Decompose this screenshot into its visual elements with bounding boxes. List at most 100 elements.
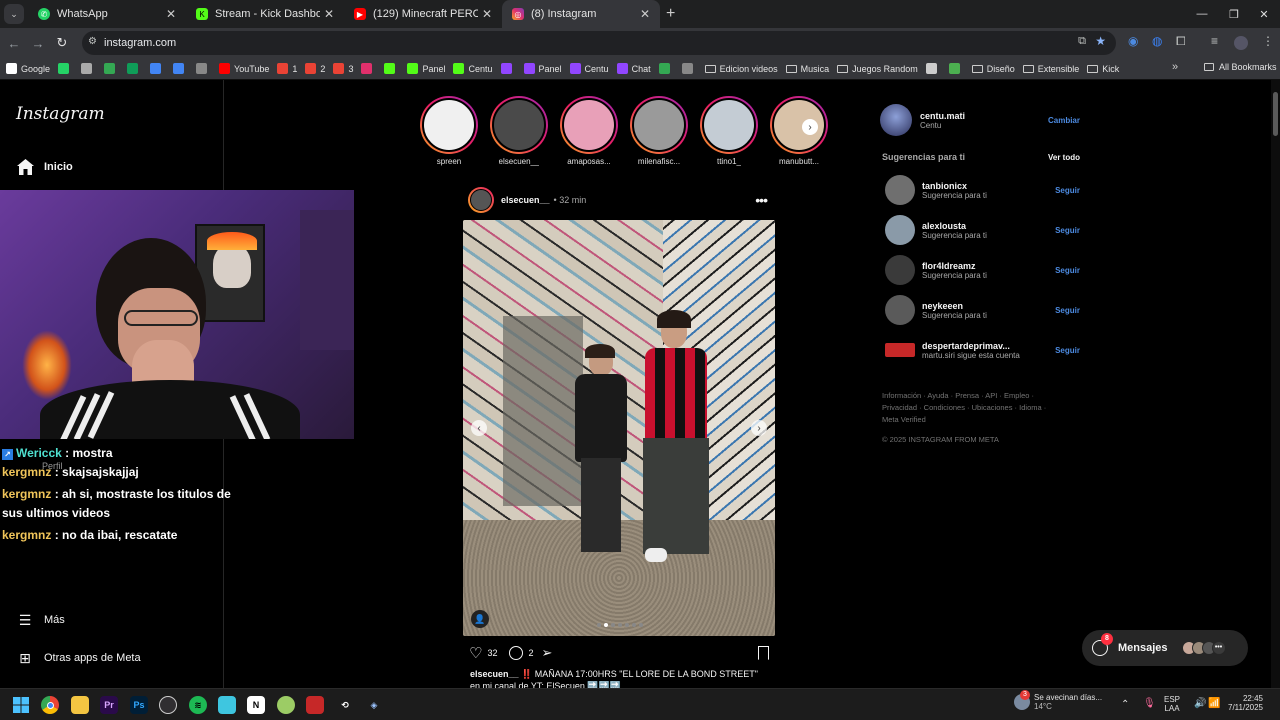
save-icon[interactable]: [758, 646, 769, 660]
suggestion-avatar[interactable]: [885, 215, 915, 245]
tab-kick-dashboard[interactable]: K Stream - Kick Dashboard ✕: [186, 0, 344, 28]
clock[interactable]: 22:45 7/11/2025: [1228, 694, 1263, 712]
bookmarks-overflow-icon[interactable]: »: [1172, 61, 1178, 73]
story-item[interactable]: spreen: [414, 96, 484, 166]
bookmark-item[interactable]: [196, 63, 211, 74]
bookmark-item[interactable]: [361, 63, 376, 74]
switch-account-link[interactable]: Cambiar: [1048, 116, 1080, 125]
suggestion-username[interactable]: despertardeprimav...: [922, 341, 1020, 351]
suggestion-avatar[interactable]: [885, 295, 915, 325]
extension-1-icon[interactable]: ◉: [1128, 34, 1138, 48]
bookmark-item[interactable]: [104, 63, 119, 74]
reading-list-icon[interactable]: ≡: [1211, 34, 1218, 48]
caption-username[interactable]: elsecuen__: [470, 669, 519, 679]
post-avatar[interactable]: [468, 187, 494, 213]
tab-instagram[interactable]: ◎ (8) Instagram ✕: [502, 0, 660, 28]
instagram-logo[interactable]: Instagram: [16, 104, 105, 124]
nav-profile-label[interactable]: Perfil: [42, 457, 63, 476]
suggestion-username[interactable]: neykeeen: [922, 301, 987, 311]
language-indicator[interactable]: ESP LAA: [1164, 695, 1180, 713]
follow-button[interactable]: Seguir: [1055, 266, 1080, 275]
footer-links[interactable]: Información · Ayuda · Prensa · API · Emp…: [880, 390, 1052, 426]
messages-button[interactable]: 8 Mensajes •••: [1082, 630, 1248, 666]
bookmark-item[interactable]: [658, 63, 674, 74]
tagged-users-icon[interactable]: 👤: [471, 610, 489, 628]
restore-button[interactable]: ❐: [1218, 0, 1250, 28]
android-icon[interactable]: [277, 696, 295, 714]
suggestion-avatar[interactable]: [885, 175, 915, 205]
photoshop-icon[interactable]: Ps: [130, 696, 148, 714]
premiere-icon[interactable]: Pr: [100, 696, 118, 714]
bookmark-item[interactable]: 3: [333, 63, 353, 74]
close-window-button[interactable]: ✕: [1248, 0, 1280, 28]
account-username[interactable]: centu.mati: [920, 111, 965, 121]
bookmark-item[interactable]: [150, 63, 165, 74]
story-item[interactable]: amaposas...: [554, 96, 624, 166]
nav-home[interactable]: Inicio: [16, 158, 73, 176]
story-item[interactable]: elsecuen__: [484, 96, 554, 166]
video-app-icon[interactable]: [306, 696, 324, 714]
volume-icon[interactable]: 🔊: [1194, 698, 1206, 709]
bookmark-item[interactable]: [948, 63, 964, 74]
back-button[interactable]: ←: [2, 36, 26, 51]
bookmark-item[interactable]: [173, 63, 188, 74]
bookmark-item[interactable]: [81, 63, 96, 74]
bookmark-star-icon[interactable]: ★: [1095, 34, 1106, 48]
bookmark-item[interactable]: [127, 63, 142, 74]
install-app-icon[interactable]: ⧉: [1078, 35, 1086, 48]
weather-widget[interactable]: 3 Se avecinan días... 14°C: [1014, 690, 1102, 711]
tab-whatsapp[interactable]: ✆ WhatsApp ✕: [28, 0, 186, 28]
spotify-icon[interactable]: ≋: [189, 696, 207, 714]
stories-next-button[interactable]: ›: [802, 119, 818, 135]
story-item[interactable]: milenafisc...: [624, 96, 694, 166]
carousel-next-button[interactable]: ›: [751, 420, 767, 436]
profile-avatar[interactable]: [1234, 36, 1248, 50]
bookmark-item[interactable]: Extensible: [1022, 64, 1079, 74]
post-username[interactable]: elsecuen__: [501, 195, 550, 205]
story-item[interactable]: manubutt...: [764, 96, 834, 166]
bookmark-item[interactable]: Centu: [569, 63, 609, 74]
nav-more[interactable]: ☰ Más: [16, 611, 65, 629]
follow-button[interactable]: Seguir: [1055, 346, 1080, 355]
reload-button[interactable]: ↻: [50, 35, 74, 51]
bookmark-item[interactable]: 2: [305, 63, 325, 74]
network-icon[interactable]: 📶: [1208, 698, 1220, 709]
follow-button[interactable]: Seguir: [1055, 186, 1080, 195]
bookmark-item[interactable]: Edicion videos: [704, 64, 778, 74]
bookmark-item[interactable]: Kick: [1087, 64, 1119, 74]
follow-button[interactable]: Seguir: [1055, 226, 1080, 235]
bookmark-item[interactable]: [58, 63, 73, 74]
bookmark-item[interactable]: [681, 63, 697, 74]
bookmark-item[interactable]: Panel: [523, 63, 562, 74]
suggestion-username[interactable]: alexlousta: [922, 221, 987, 231]
bookmark-item[interactable]: Musica: [785, 64, 829, 74]
tab-search-button[interactable]: ⌄: [4, 4, 24, 24]
suggestion-username[interactable]: tanbionicx: [922, 181, 987, 191]
bookmark-item[interactable]: [384, 63, 399, 74]
story-item[interactable]: ttino1_: [694, 96, 764, 166]
suggestion-username[interactable]: flor4ldreamz: [922, 261, 987, 271]
file-explorer-icon[interactable]: [71, 696, 89, 714]
site-info-icon[interactable]: ⚙: [88, 36, 97, 47]
chrome-taskbar-icon[interactable]: [41, 696, 59, 714]
follow-button[interactable]: Seguir: [1055, 306, 1080, 315]
address-bar[interactable]: ⚙ instagram.com ⧉ ★: [82, 31, 1116, 55]
close-tab-icon[interactable]: ✕: [324, 7, 334, 21]
suggestion-avatar[interactable]: [885, 255, 915, 285]
post-photo[interactable]: ‹ › 👤: [463, 220, 775, 636]
microphone-icon[interactable]: 🎙: [1143, 698, 1156, 709]
bookmark-item[interactable]: Panel: [407, 63, 445, 74]
extensions-icon[interactable]: ⧠: [1176, 34, 1186, 49]
new-tab-button[interactable]: +: [666, 5, 675, 23]
share-icon[interactable]: ➢: [541, 645, 552, 661]
carousel-prev-button[interactable]: ‹: [471, 420, 487, 436]
chrome-menu-icon[interactable]: ⋮: [1262, 34, 1274, 48]
close-tab-icon[interactable]: ✕: [166, 7, 176, 21]
see-all-link[interactable]: Ver todo: [1048, 153, 1080, 162]
bookmark-item[interactable]: Juegos Random: [837, 64, 918, 74]
notepad-icon[interactable]: [218, 696, 236, 714]
bookmark-item[interactable]: Centu: [453, 63, 493, 74]
windows-start-icon[interactable]: [12, 696, 30, 714]
nav-meta-apps[interactable]: ⊞ Otras apps de Meta: [16, 649, 140, 667]
tab-youtube[interactable]: ▶ (129) Minecraft PERO con la FL ✕: [344, 0, 502, 28]
